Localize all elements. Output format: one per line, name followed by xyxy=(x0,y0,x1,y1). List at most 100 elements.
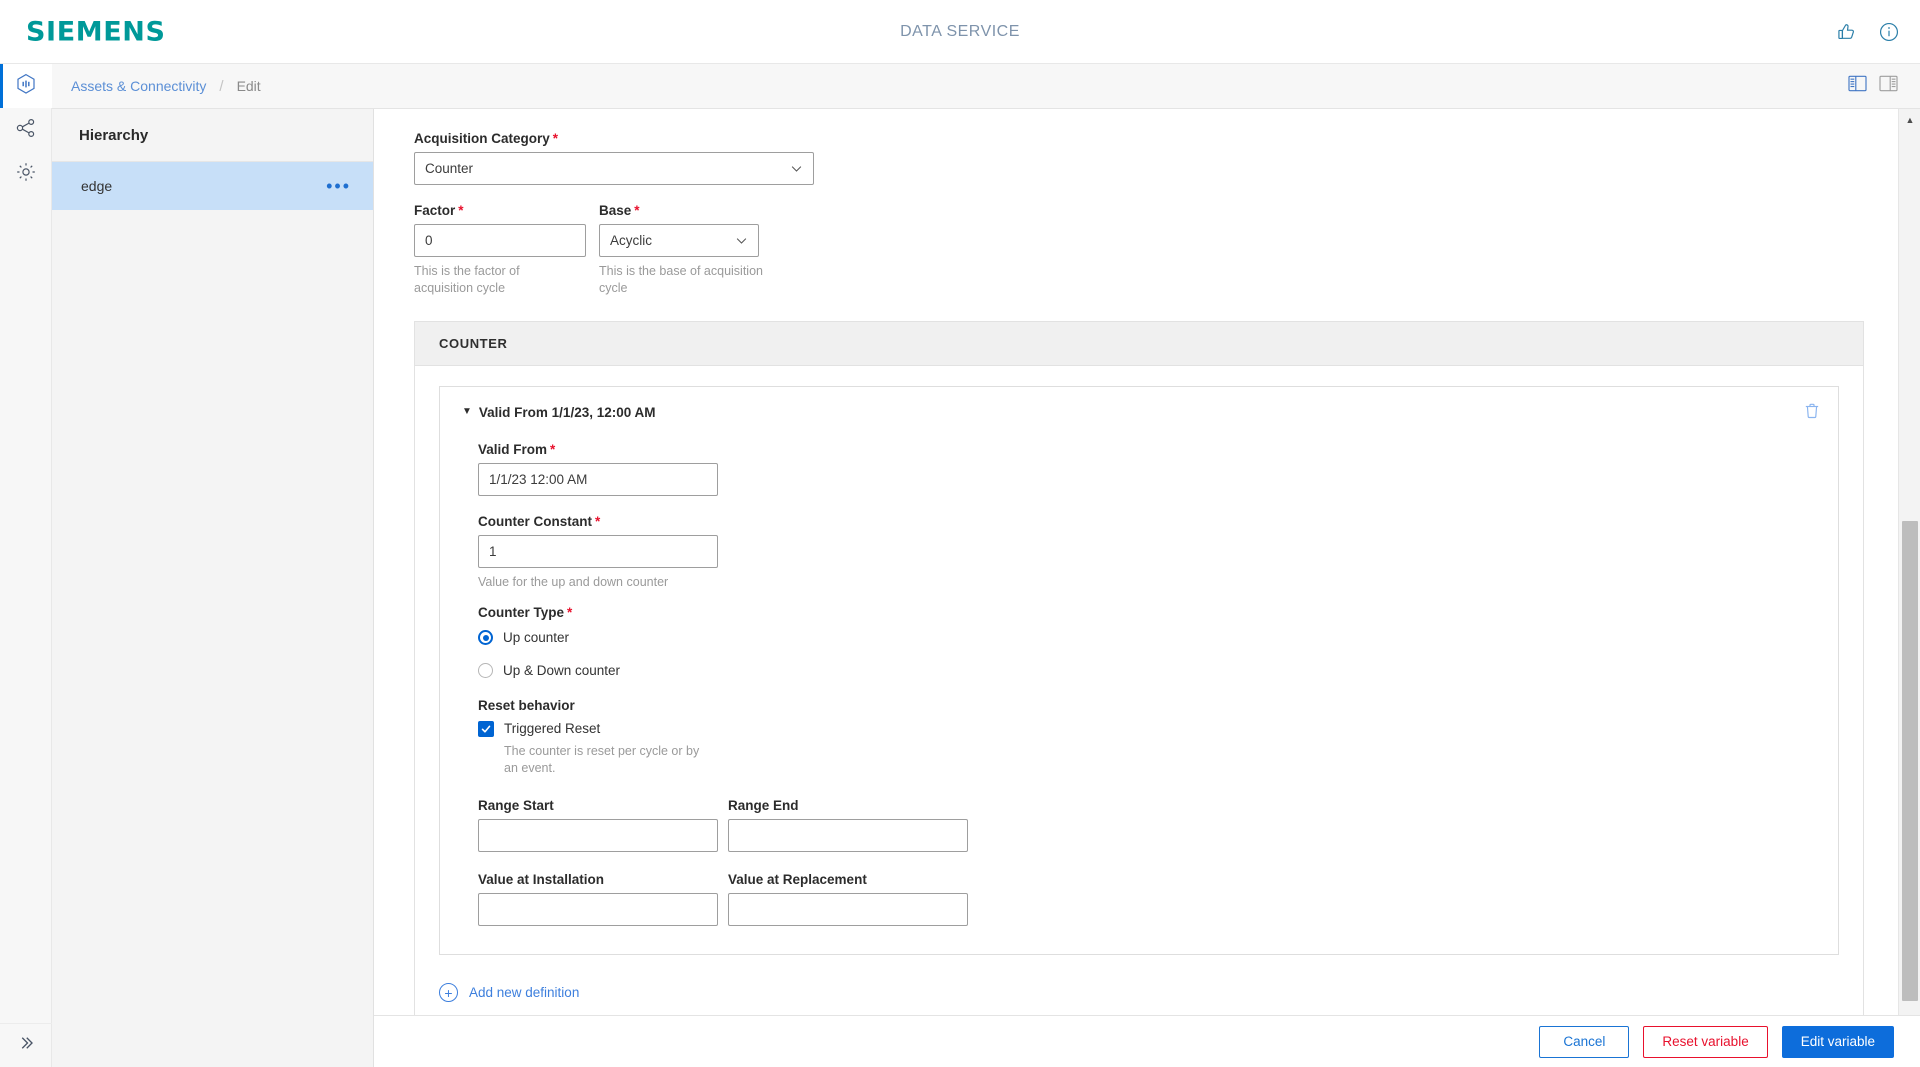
valid-from-label-text: Valid From xyxy=(478,441,548,457)
counter-constant-label-text: Counter Constant xyxy=(478,513,592,529)
add-new-definition-link[interactable]: + Add new definition xyxy=(439,983,1839,1003)
breadcrumb-separator: / xyxy=(219,77,224,95)
field-value-at-replacement: Value at Replacement xyxy=(728,872,978,927)
value-at-replacement-input[interactable] xyxy=(728,893,968,927)
chevron-down-icon xyxy=(789,161,804,176)
counter-type-label: Counter Type * xyxy=(478,605,1816,620)
chevron-double-right-icon xyxy=(17,1034,35,1057)
checkbox-triggered-reset[interactable]: Triggered Reset xyxy=(478,720,1816,737)
rail-item-settings[interactable] xyxy=(0,152,52,196)
radio-up-counter-label: Up counter xyxy=(503,630,570,646)
variable-edit-form: Acquisition Category * Counter Factor * 0 … xyxy=(374,109,1898,1030)
required-marker: * xyxy=(567,604,573,620)
radio-up-counter[interactable]: Up counter xyxy=(478,625,1816,651)
layout-toggle-group xyxy=(1848,75,1898,97)
panel-layout-right-icon[interactable] xyxy=(1879,75,1898,97)
scrollbar-thumb[interactable] xyxy=(1902,521,1918,1001)
plus-circle-icon: + xyxy=(439,983,458,1003)
caret-down-icon: ▼ xyxy=(462,406,472,418)
overflow-menu-icon[interactable]: ••• xyxy=(326,177,351,195)
counter-type-label-text: Counter Type xyxy=(478,604,565,620)
range-start-input[interactable] xyxy=(478,819,718,853)
asset-hexagon-icon xyxy=(14,72,38,101)
left-icon-rail xyxy=(0,64,52,1067)
settings-gear-icon xyxy=(14,160,38,189)
factor-value: 0 xyxy=(425,233,433,248)
range-row: Range Start Range End xyxy=(478,798,1816,853)
counter-section-card: COUNTER ▼ Valid From 1/1/23, 12:00 AM Va… xyxy=(414,320,1864,1030)
radio-indicator-unselected xyxy=(478,663,493,679)
connectivity-share-icon xyxy=(14,116,38,145)
valid-from-label: Valid From * xyxy=(478,442,1816,457)
rail-item-connectivity[interactable] xyxy=(0,108,52,152)
values-row: Value at Installation Value at Replaceme… xyxy=(478,872,1816,927)
required-marker: * xyxy=(552,131,559,146)
hierarchy-title: Hierarchy xyxy=(52,109,373,162)
range-end-label: Range End xyxy=(728,798,799,814)
factor-label-text: Factor xyxy=(414,203,456,218)
required-marker: * xyxy=(550,441,556,457)
field-range-start: Range Start xyxy=(478,798,728,853)
rail-item-assets[interactable] xyxy=(0,64,52,108)
field-reset-behavior: Reset behavior Triggered Reset The count… xyxy=(478,698,1816,777)
panel-layout-left-icon[interactable] xyxy=(1848,75,1867,97)
main-vertical-scrollbar[interactable]: ▲ ▼ xyxy=(1898,109,1920,1067)
reset-behavior-hint: The counter is reset per cycle or by an … xyxy=(504,743,700,775)
rail-expand-button[interactable] xyxy=(0,1023,52,1067)
counter-definition-summary[interactable]: ▼ Valid From 1/1/23, 12:00 AM xyxy=(462,405,1816,420)
radio-indicator-selected xyxy=(478,630,493,646)
factor-label: Factor * xyxy=(414,203,586,218)
required-marker: * xyxy=(634,203,640,218)
field-base: Base * Acyclic This is the base of acquis… xyxy=(599,203,763,297)
trash-icon[interactable] xyxy=(1802,401,1822,426)
counter-section-heading: COUNTER xyxy=(415,321,1863,366)
main-content: Acquisition Category * Counter Factor * 0 … xyxy=(374,109,1920,1067)
checkbox-indicator-checked xyxy=(478,720,494,737)
value-at-replacement-label: Value at Replacement xyxy=(728,872,867,888)
field-acquisition-category: Acquisition Category * Counter xyxy=(414,131,1898,185)
counter-constant-label: Counter Constant * xyxy=(478,514,1816,529)
required-marker: * xyxy=(458,203,464,218)
field-counter-type: Counter Type * Up counter Up & Down count… xyxy=(478,605,1816,684)
factor-input[interactable]: 0 xyxy=(414,224,586,257)
base-value: Acyclic xyxy=(610,233,653,248)
value-at-installation-input[interactable] xyxy=(478,893,718,927)
radio-up-down-counter[interactable]: Up & Down counter xyxy=(478,658,1816,684)
acquisition-category-label-text: Acquisition Category xyxy=(414,131,550,146)
range-end-input[interactable] xyxy=(728,819,968,853)
required-marker: * xyxy=(595,513,601,529)
acquisition-category-value: Counter xyxy=(425,161,474,176)
counter-definition-fields: Valid From * 1/1/23 12:00 AM Counter Cons… xyxy=(462,442,1816,927)
hierarchy-node-label: edge xyxy=(81,178,113,194)
top-brand-bar: SIEMENS DATA SERVICE xyxy=(0,0,1920,64)
app-title: DATA SERVICE xyxy=(900,22,1020,40)
acquisition-category-select[interactable]: Counter xyxy=(414,152,814,185)
base-label: Base * xyxy=(599,203,759,218)
brand-bar-actions xyxy=(1836,21,1900,43)
reset-variable-button[interactable]: Reset variable xyxy=(1643,1025,1768,1058)
edit-variable-button[interactable]: Edit variable xyxy=(1781,1025,1894,1058)
factor-base-row: Factor * 0 This is the factor of acquisit… xyxy=(414,203,1898,297)
field-range-end: Range End xyxy=(728,798,978,853)
acquisition-category-label: Acquisition Category * xyxy=(414,131,1898,146)
scroll-up-arrow-icon[interactable]: ▲ xyxy=(1899,111,1920,129)
reset-behavior-label: Reset behavior xyxy=(478,697,575,713)
valid-from-value: 1/1/23 12:00 AM xyxy=(489,471,588,487)
info-icon[interactable] xyxy=(1878,21,1900,43)
factor-hint: This is the factor of acquisition cycle xyxy=(414,264,520,295)
breadcrumb-link-assets[interactable]: Assets & Connectivity xyxy=(71,78,206,94)
footer-action-bar: Cancel Reset variable Edit variable xyxy=(374,1015,1920,1067)
radio-up-down-counter-label: Up & Down counter xyxy=(503,663,621,679)
checkbox-triggered-reset-label: Triggered Reset xyxy=(504,721,601,737)
counter-constant-input[interactable]: 1 xyxy=(478,534,718,568)
base-select[interactable]: Acyclic xyxy=(599,224,759,257)
valid-from-input[interactable]: 1/1/23 12:00 AM xyxy=(478,462,718,496)
base-hint: This is the base of acquisition cycle xyxy=(599,264,763,295)
hierarchy-panel: Hierarchy edge ••• xyxy=(52,109,374,1067)
cancel-button[interactable]: Cancel xyxy=(1539,1025,1630,1058)
feedback-thumb-icon[interactable] xyxy=(1836,21,1858,43)
counter-definition-summary-text: Valid From 1/1/23, 12:00 AM xyxy=(478,404,656,420)
field-factor: Factor * 0 This is the factor of acquisit… xyxy=(414,203,586,297)
hierarchy-node-edge[interactable]: edge ••• xyxy=(52,162,373,210)
breadcrumb-bar: Assets & Connectivity / Edit xyxy=(52,64,1920,109)
